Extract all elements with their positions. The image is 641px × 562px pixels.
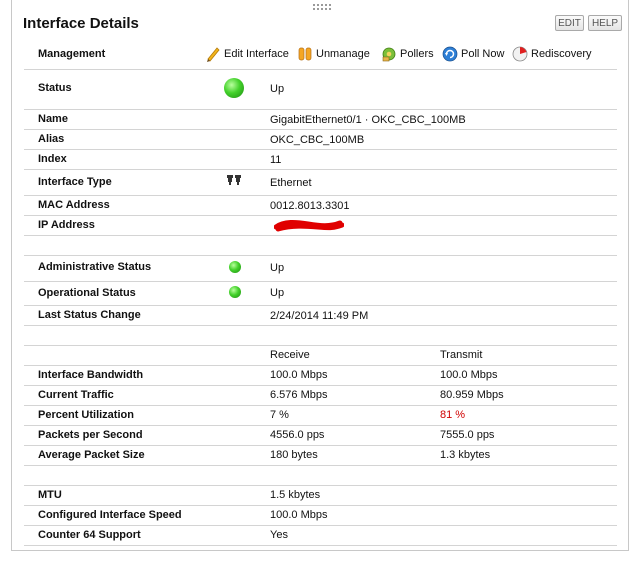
counter64-row: Counter 64 Support Yes bbox=[24, 526, 617, 546]
refresh-icon bbox=[442, 46, 458, 62]
last-status-change-row: Last Status Change 2/24/2014 11:49 PM bbox=[24, 306, 617, 326]
edit-button[interactable]: EDIT bbox=[555, 15, 584, 31]
last-status-change-value: 2/24/2014 11:49 PM bbox=[270, 310, 369, 322]
spacer-row bbox=[24, 466, 617, 486]
average-packet-size-row: Average Packet Size 180 bytes 1.3 kbytes bbox=[24, 446, 617, 466]
bandwidth-receive: 100.0 Mbps bbox=[270, 369, 328, 381]
mac-address-row: MAC Address 0012.8013.3301 bbox=[24, 196, 617, 216]
percent-utilization-label: Percent Utilization bbox=[38, 409, 134, 421]
oper-status-value: Up bbox=[270, 287, 285, 299]
utilization-receive: 7 % bbox=[270, 409, 289, 421]
name-label: Name bbox=[38, 113, 68, 125]
status-label: Status bbox=[38, 82, 72, 94]
counter64-value: Yes bbox=[270, 529, 288, 541]
mac-address-value: 0012.8013.3301 bbox=[270, 200, 350, 212]
oper-status-green-icon bbox=[229, 286, 241, 298]
redaction-scribble bbox=[274, 219, 344, 232]
pencil-icon bbox=[207, 47, 220, 62]
admin-status-row: Administrative Status Up bbox=[24, 256, 617, 282]
interface-details-panel: Interface Details EDIT HELP Management E… bbox=[11, 0, 629, 551]
interface-type-row: Interface Type Ethernet bbox=[24, 170, 617, 196]
mtu-value: 1.5 kbytes bbox=[270, 489, 321, 501]
rediscovery-icon bbox=[512, 46, 528, 62]
packets-per-second-label: Packets per Second bbox=[38, 429, 143, 441]
avg-packet-receive: 180 bytes bbox=[270, 449, 318, 461]
name-row: Name GigabitEthernet0/1 · OKC_CBC_100MB bbox=[24, 110, 617, 130]
traffic-header-row: Receive Transmit bbox=[24, 346, 617, 366]
spacer-row bbox=[24, 236, 617, 256]
configured-speed-value: 100.0 Mbps bbox=[270, 509, 328, 521]
alias-label: Alias bbox=[38, 133, 65, 145]
panel-title: Interface Details bbox=[23, 15, 139, 32]
admin-status-value: Up bbox=[270, 262, 285, 274]
pause-icon bbox=[298, 47, 312, 61]
green-status-icon bbox=[224, 78, 244, 98]
index-label: Index bbox=[38, 153, 67, 165]
status-value: Up bbox=[270, 83, 285, 95]
percent-utilization-row: Percent Utilization 7 % 81 % bbox=[24, 406, 617, 426]
index-value: 11 bbox=[270, 154, 282, 166]
last-status-change-label: Last Status Change bbox=[38, 309, 141, 321]
transmit-header: Transmit bbox=[440, 349, 483, 361]
management-label: Management bbox=[38, 48, 106, 60]
interface-type-label: Interface Type bbox=[38, 176, 112, 188]
pollers-icon bbox=[382, 47, 396, 62]
utilization-transmit: 81 % bbox=[440, 409, 466, 421]
alias-row: Alias OKC_CBC_100MB bbox=[24, 130, 617, 150]
configured-speed-label: Configured Interface Speed bbox=[38, 509, 182, 521]
ethernet-port-icon bbox=[227, 175, 241, 185]
packets-per-second-row: Packets per Second 4556.0 pps 7555.0 pps bbox=[24, 426, 617, 446]
current-traffic-label: Current Traffic bbox=[38, 389, 114, 401]
drag-handle-icon[interactable] bbox=[313, 4, 331, 12]
traffic-receive: 6.576 Mbps bbox=[270, 389, 328, 401]
interface-bandwidth-label: Interface Bandwidth bbox=[38, 369, 144, 381]
name-value: GigabitEthernet0/1 · OKC_CBC_100MB bbox=[270, 114, 466, 126]
spacer-row bbox=[24, 326, 617, 346]
index-row: Index 11 bbox=[24, 150, 617, 170]
status-row: Status Up bbox=[24, 70, 617, 110]
pps-transmit: 7555.0 pps bbox=[440, 429, 495, 441]
average-packet-size-label: Average Packet Size bbox=[38, 449, 145, 461]
counter64-label: Counter 64 Support bbox=[38, 529, 141, 541]
pps-receive: 4556.0 pps bbox=[270, 429, 325, 441]
avg-packet-transmit: 1.3 kbytes bbox=[440, 449, 491, 461]
oper-status-label: Operational Status bbox=[38, 287, 136, 299]
current-traffic-row: Current Traffic 6.576 Mbps 80.959 Mbps bbox=[24, 386, 617, 406]
admin-status-green-icon bbox=[229, 261, 241, 273]
oper-status-row: Operational Status Up bbox=[24, 282, 617, 306]
traffic-transmit: 80.959 Mbps bbox=[440, 389, 504, 401]
admin-status-label: Administrative Status bbox=[38, 261, 152, 273]
mtu-row: MTU 1.5 kbytes bbox=[24, 486, 617, 506]
bandwidth-transmit: 100.0 Mbps bbox=[440, 369, 498, 381]
ip-address-label: IP Address bbox=[38, 219, 95, 231]
mtu-label: MTU bbox=[38, 489, 62, 501]
alias-value: OKC_CBC_100MB bbox=[270, 134, 365, 146]
interface-type-value: Ethernet bbox=[270, 177, 312, 189]
configured-speed-row: Configured Interface Speed 100.0 Mbps bbox=[24, 506, 617, 526]
mac-address-label: MAC Address bbox=[38, 199, 110, 211]
interface-bandwidth-row: Interface Bandwidth 100.0 Mbps 100.0 Mbp… bbox=[24, 366, 617, 386]
ip-address-row: IP Address bbox=[24, 216, 617, 236]
receive-header: Receive bbox=[270, 349, 310, 361]
help-button[interactable]: HELP bbox=[588, 15, 622, 31]
